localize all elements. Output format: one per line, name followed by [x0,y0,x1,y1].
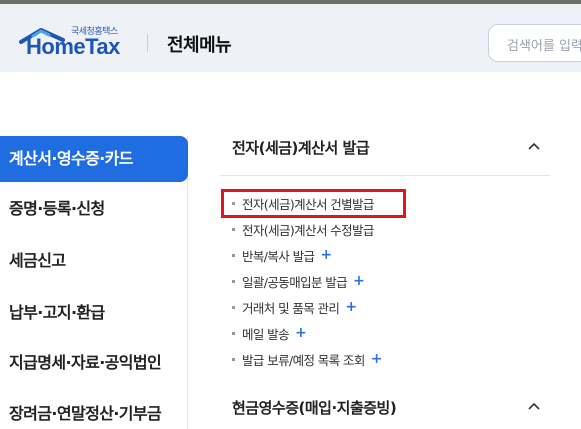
bullet [232,305,235,309]
sidebar-item-receipts-cards[interactable]: 계산서·영수증·카드 [0,136,188,182]
menu-item-amend-issue[interactable]: 전자(세금)계산서 수정발급 [232,219,374,239]
menu-item-label: 전자(세금)계산서 건별발급 [242,196,374,212]
menu-item-label: 거래처 및 품목 관리 [242,300,340,316]
sidebar-item-payment-refund[interactable]: 납부·고지·환급 [0,290,188,336]
sidebar-item-payment-statements[interactable]: 지급명세·자료·공익법인 [0,340,188,386]
plus-icon[interactable]: + [295,325,307,341]
bullet [232,331,235,335]
chevron-up-icon[interactable] [527,401,541,411]
menu-item-bulk-issue[interactable]: 일괄/공동매입분 발급 + [232,271,365,291]
plus-icon[interactable]: + [320,247,332,263]
sidebar-item-certificates[interactable]: 증명·등록·신청 [0,186,188,232]
menu-item-pending-list[interactable]: 발급 보류/예정 목록 조회 + [232,349,382,369]
menu-item-label: 발급 보류/예정 목록 조회 [242,352,365,368]
hometax-logo[interactable]: 국세청홈택스 HomeTax [19,24,129,64]
section-divider [220,175,550,176]
sidebar-menu: 계산서·영수증·카드 증명·등록·신청 세금신고 납부·고지·환급 지급명세·자… [0,136,188,429]
chevron-up-icon[interactable] [527,141,541,151]
sidebar-item-incentives-settlement[interactable]: 장려금·연말정산·기부금 [0,391,188,429]
plus-icon[interactable]: + [345,299,357,315]
header-divider [147,34,148,52]
plus-icon[interactable]: + [353,273,365,289]
logo-text: HomeTax [26,34,120,59]
bullet [232,253,235,257]
menu-item-label: 반복/복사 발급 [242,248,315,264]
menu-item-repeat-copy[interactable]: 반복/복사 발급 + [232,245,332,265]
section-title-cash-receipt[interactable]: 현금영수증(매입·지출증빙) [232,397,397,418]
bullet [232,357,235,361]
bullet [232,201,235,205]
menu-item-label: 메일 발송 [242,326,290,342]
section-title-e-invoice[interactable]: 전자(세금)계산서 발급 [232,137,370,158]
search-placeholder: 검색어를 입력 [507,39,581,54]
menu-item-partner-management[interactable]: 거래처 및 품목 관리 + [232,297,357,317]
menu-item-label: 전자(세금)계산서 수정발급 [242,222,374,238]
menu-item-single-issue[interactable]: 전자(세금)계산서 건별발급 [232,193,374,213]
menu-item-label: 일괄/공동매입분 발급 [242,274,348,290]
sidebar-item-tax-filing[interactable]: 세금신고 [0,238,188,284]
plus-icon[interactable]: + [371,351,383,367]
search-input[interactable]: 검색어를 입력 [488,24,581,62]
page-title: 전체메뉴 [167,35,232,56]
menu-item-mail-send[interactable]: 메일 발송 + [232,323,307,343]
bullet [232,279,235,283]
bullet [232,227,235,231]
header: 국세청홈택스 HomeTax 전체메뉴 검색어를 입력 [0,4,581,72]
